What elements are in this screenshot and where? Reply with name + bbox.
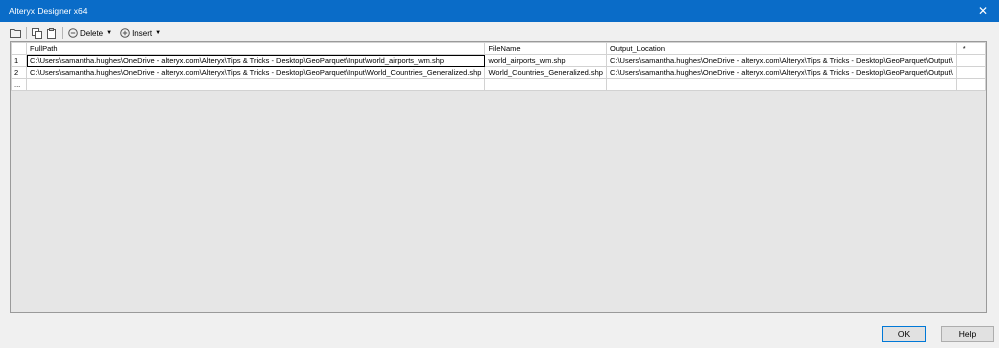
help-button[interactable]: Help — [941, 326, 994, 342]
table-cell[interactable] — [25, 78, 486, 91]
column-header-output-location[interactable]: Output_Location — [605, 42, 957, 55]
corner-cell — [11, 42, 27, 55]
window-title: Alteryx Designer x64 — [9, 6, 88, 16]
ok-button[interactable]: OK — [882, 326, 926, 342]
delete-button[interactable]: Delete ▼ — [66, 26, 114, 40]
table-cell[interactable] — [605, 78, 957, 91]
data-grid: FullPath FileName Output_Location * 1 C:… — [11, 42, 987, 91]
copy-icon[interactable] — [30, 26, 45, 40]
row-number[interactable]: 2 — [11, 66, 27, 79]
table-cell[interactable]: C:\Users\samantha.hughes\OneDrive - alte… — [605, 66, 957, 79]
table-cell[interactable] — [955, 78, 987, 91]
table-cell[interactable] — [955, 54, 987, 67]
title-bar: Alteryx Designer x64 ✕ — [0, 0, 999, 22]
table-cell[interactable]: World_Countries_Generalized.shp — [484, 66, 607, 79]
paste-icon[interactable] — [45, 26, 59, 40]
column-header-filename[interactable]: FileName — [484, 42, 607, 55]
row-number[interactable]: 1 — [11, 54, 27, 67]
table-row: 2 C:\Users\samantha.hughes\OneDrive - al… — [11, 66, 987, 79]
table-cell[interactable]: world_airports_wm.shp — [484, 54, 607, 67]
chevron-down-icon: ▼ — [106, 30, 113, 36]
insert-circle-icon — [120, 28, 130, 38]
delete-label: Delete — [80, 28, 104, 38]
header-row: FullPath FileName Output_Location * — [11, 42, 987, 55]
toolbar: Delete ▼ Insert ▼ — [8, 25, 992, 41]
data-grid-pane[interactable]: FullPath FileName Output_Location * 1 C:… — [10, 41, 987, 313]
table-cell[interactable] — [484, 78, 607, 91]
column-header-new[interactable]: * — [955, 42, 987, 55]
table-cell[interactable]: C:\Users\samantha.hughes\OneDrive - alte… — [25, 54, 486, 67]
table-cell[interactable]: C:\Users\samantha.hughes\OneDrive - alte… — [605, 54, 957, 67]
insert-button[interactable]: Insert ▼ — [118, 26, 163, 40]
chevron-down-icon: ▼ — [155, 30, 162, 36]
column-header-fullpath[interactable]: FullPath — [25, 42, 486, 55]
new-row: ... — [11, 78, 987, 91]
new-row-marker[interactable]: ... — [11, 78, 27, 91]
toolbar-separator — [62, 27, 63, 39]
toolbar-separator — [26, 27, 27, 39]
table-row: 1 C:\Users\samantha.hughes\OneDrive - al… — [11, 54, 987, 67]
table-cell[interactable]: C:\Users\samantha.hughes\OneDrive - alte… — [25, 66, 486, 79]
folder-open-icon[interactable] — [8, 26, 23, 40]
close-icon[interactable]: ✕ — [967, 0, 999, 22]
table-cell[interactable] — [955, 66, 987, 79]
delete-circle-icon — [68, 28, 78, 38]
insert-label: Insert — [132, 28, 153, 38]
